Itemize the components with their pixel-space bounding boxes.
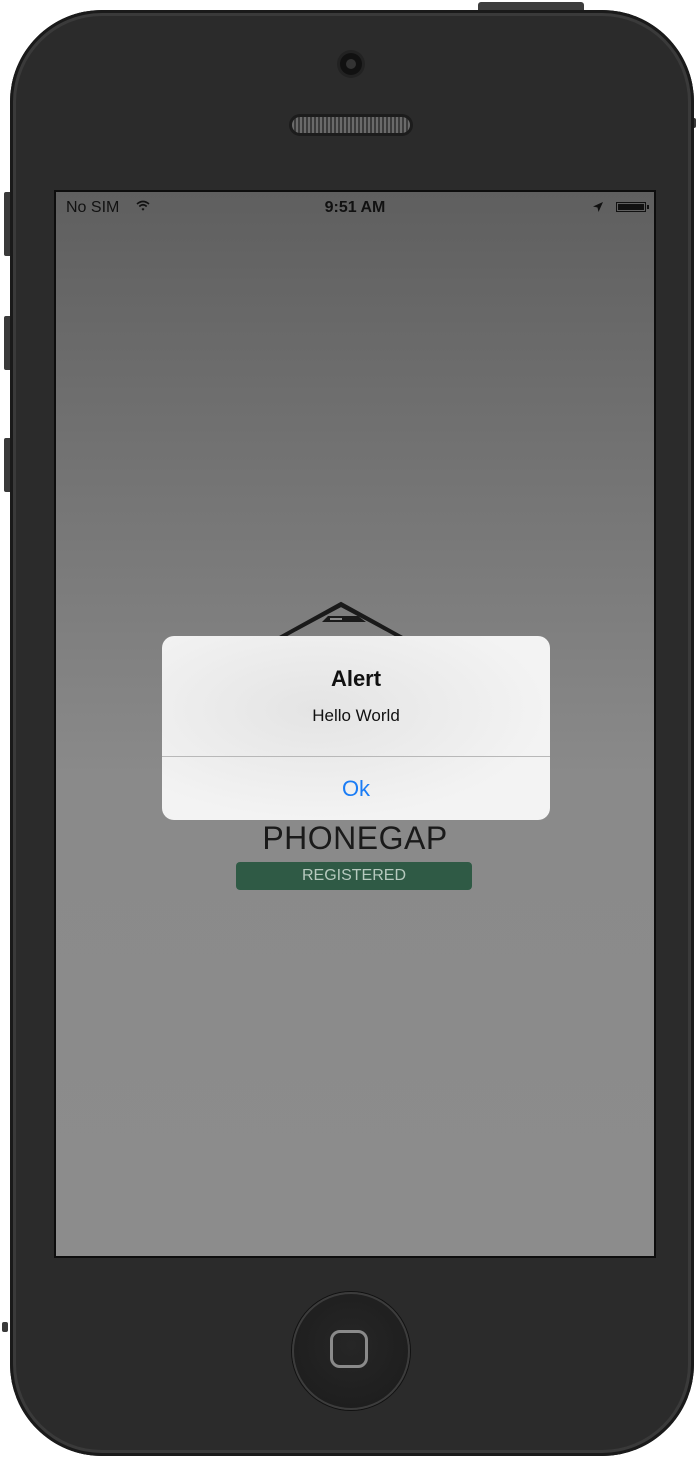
clock: 9:51 AM: [324, 199, 386, 216]
earpiece-speaker: [292, 117, 410, 133]
device-screen: No SIM 9:51 AM PHONEGAP REGISTERED Alert…: [54, 190, 656, 1258]
alert-message: Hello World: [312, 706, 400, 725]
status-badge: REGISTERED: [236, 862, 472, 890]
battery-full-icon: [616, 202, 649, 212]
phonegap-logo-icon: [275, 601, 407, 642]
status-bar: No SIM 9:51 AM: [56, 192, 654, 222]
location-arrow-icon: [593, 202, 603, 212]
ok-button[interactable]: Ok: [162, 757, 550, 820]
alert-title: Alert: [330, 666, 382, 691]
alert-dialog: Alert Hello World Ok: [162, 636, 550, 820]
front-camera: [340, 53, 362, 75]
home-button[interactable]: [292, 1292, 410, 1410]
home-square-icon: [330, 1330, 368, 1368]
side-ridge-left-bottom: [2, 1322, 8, 1332]
phone-frame: No SIM 9:51 AM PHONEGAP REGISTERED Alert…: [10, 10, 694, 1456]
app-title: PHONEGAP: [262, 820, 448, 856]
